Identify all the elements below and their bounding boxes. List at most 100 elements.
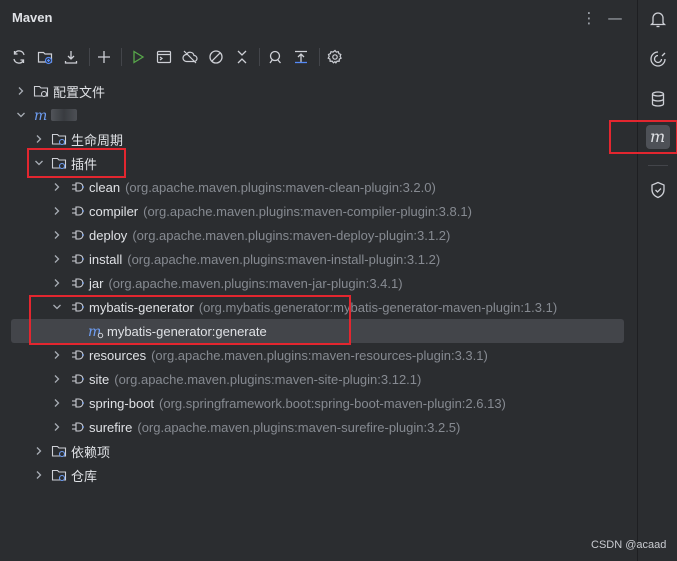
offline-icon[interactable] (179, 46, 201, 68)
plugin-item-deploy[interactable]: deploy (org.apache.maven.plugins:maven-d… (0, 223, 637, 247)
svg-text:m: m (650, 127, 665, 146)
plugin-icon (69, 179, 85, 195)
tree-item-label: 仓库 (71, 468, 98, 484)
chevron-right-icon[interactable] (50, 396, 64, 410)
chevron-right-icon[interactable] (50, 420, 64, 434)
minimize-icon[interactable]: — (605, 8, 625, 28)
maven-toolbar (0, 44, 637, 70)
chevron-right-icon[interactable] (50, 276, 64, 290)
tree-item-lifecycle[interactable]: 生命周期 (0, 127, 637, 151)
plugin-item-spring-boot[interactable]: spring-boot (org.springframework.boot:sp… (0, 391, 637, 415)
plugin-item-compiler[interactable]: compiler (org.apache.maven.plugins:maven… (0, 199, 637, 223)
tree-item-plugins[interactable]: 插件 (0, 151, 637, 175)
chevron-down-icon[interactable] (14, 108, 28, 122)
folder-icon (51, 467, 67, 483)
plus-icon[interactable] (93, 46, 115, 68)
expand-icon[interactable] (290, 46, 312, 68)
plugin-item-surefire[interactable]: surefire (org.apache.maven.plugins:maven… (0, 415, 637, 439)
plugin-item-resources[interactable]: resources (org.apache.maven.plugins:mave… (0, 343, 637, 367)
plugin-coordinates: (org.apache.maven.plugins:maven-surefire… (137, 419, 461, 435)
plugin-name: mybatis-generator (89, 299, 194, 315)
tree-item-label: 配置文件 (53, 84, 106, 100)
chevron-down-icon[interactable] (32, 156, 46, 170)
plugin-icon (69, 299, 85, 315)
goal-item-generate[interactable]: m mybatis-generator:generate (11, 319, 624, 343)
plugin-icon (69, 203, 85, 219)
plugin-icon (69, 275, 85, 291)
download-icon[interactable] (60, 46, 82, 68)
notifications-icon[interactable] (646, 7, 670, 31)
maven-icon[interactable]: m (646, 125, 670, 149)
tree-item-config-files[interactable]: 配置文件 (0, 79, 637, 103)
plugin-item-jar[interactable]: jar (org.apache.maven.plugins:maven-jar-… (0, 271, 637, 295)
maven-tool-window: Maven ⋮ — 配置文件 m 生命周期 插件 clean (org.apac… (0, 0, 637, 561)
plugin-name: surefire (89, 419, 133, 435)
chevron-down-icon[interactable] (50, 300, 64, 314)
chevron-right-icon[interactable] (50, 252, 64, 266)
chevron-right-icon[interactable] (14, 84, 28, 98)
plugin-coordinates: (org.apache.maven.plugins:maven-site-plu… (114, 371, 422, 387)
plugin-name: jar (89, 275, 104, 291)
plugin-icon (69, 371, 85, 387)
plugin-coordinates: (org.apache.maven.plugins:maven-jar-plug… (108, 275, 403, 291)
plugin-name: site (89, 371, 110, 387)
more-vertical-icon[interactable]: ⋮ (579, 8, 599, 28)
plugin-name: deploy (89, 227, 128, 243)
plugin-coordinates: (org.springframework.boot:spring-boot-ma… (159, 395, 506, 411)
plugin-coordinates: (org.apache.maven.plugins:maven-clean-pl… (125, 179, 436, 195)
plugin-icon (69, 419, 85, 435)
tree-item-label: 插件 (71, 156, 98, 172)
folder-gear-icon (51, 131, 67, 147)
folder-icon (51, 443, 67, 459)
analyze-icon[interactable] (264, 46, 286, 68)
chevron-right-icon[interactable] (32, 468, 46, 482)
tree-item-label: 依赖项 (71, 444, 111, 460)
folder-icon (33, 83, 49, 99)
tree-item-repositories[interactable]: 仓库 (0, 463, 637, 487)
plugin-coordinates: (org.apache.maven.plugins:maven-resource… (151, 347, 488, 363)
plugin-coordinates: (org.mybatis.generator:mybatis-generator… (198, 299, 558, 315)
tree-item-label: 生命周期 (71, 132, 124, 148)
chevron-right-icon[interactable] (50, 228, 64, 242)
plugin-name: compiler (89, 203, 139, 219)
add-folder-icon[interactable] (34, 46, 56, 68)
maven-project-icon: m (33, 107, 49, 123)
chevron-right-icon[interactable] (32, 132, 46, 146)
plugin-item-mybatis-generator[interactable]: mybatis-generator (org.mybatis.generator… (0, 295, 637, 319)
folder-gear-icon (51, 155, 67, 171)
plugin-name: spring-boot (89, 395, 155, 411)
collapse-icon[interactable] (231, 46, 253, 68)
tree-item-project[interactable]: m (0, 103, 637, 127)
chevron-right-icon[interactable] (50, 180, 64, 194)
svg-text:m: m (34, 108, 47, 123)
plugin-coordinates: (org.apache.maven.plugins:maven-compiler… (143, 203, 472, 219)
settings-icon[interactable] (324, 46, 346, 68)
plugin-name: resources (89, 347, 147, 363)
skip-tests-icon[interactable] (205, 46, 227, 68)
plugin-item-site[interactable]: site (org.apache.maven.plugins:maven-sit… (0, 367, 637, 391)
run-icon[interactable] (127, 46, 149, 68)
plugin-item-install[interactable]: install (org.apache.maven.plugins:maven-… (0, 247, 637, 271)
chevron-right-icon[interactable] (50, 372, 64, 386)
execute-goal-icon[interactable] (153, 46, 175, 68)
plugin-icon (69, 227, 85, 243)
chevron-right-icon[interactable] (32, 444, 46, 458)
maven-goal-icon: m (88, 323, 104, 339)
database-icon[interactable] (646, 87, 670, 111)
right-tool-strip: m (609, 0, 677, 561)
plugin-icon (69, 347, 85, 363)
chevron-right-icon[interactable] (50, 348, 64, 362)
goal-name: mybatis-generator:generate (107, 323, 267, 339)
chevron-right-icon[interactable] (50, 204, 64, 218)
project-name-redacted (51, 109, 77, 121)
plugin-coordinates: (org.apache.maven.plugins:maven-deploy-p… (132, 227, 451, 243)
plugin-name: clean (89, 179, 121, 195)
plugin-coordinates: (org.apache.maven.plugins:maven-install-… (127, 251, 441, 267)
reload-icon[interactable] (8, 46, 30, 68)
security-icon[interactable] (646, 178, 670, 202)
ai-assistant-icon[interactable] (646, 47, 670, 71)
plugin-icon (69, 251, 85, 267)
tree-item-dependencies[interactable]: 依赖项 (0, 439, 637, 463)
plugin-name: install (89, 251, 123, 267)
plugin-item-clean[interactable]: clean (org.apache.maven.plugins:maven-cl… (0, 175, 637, 199)
